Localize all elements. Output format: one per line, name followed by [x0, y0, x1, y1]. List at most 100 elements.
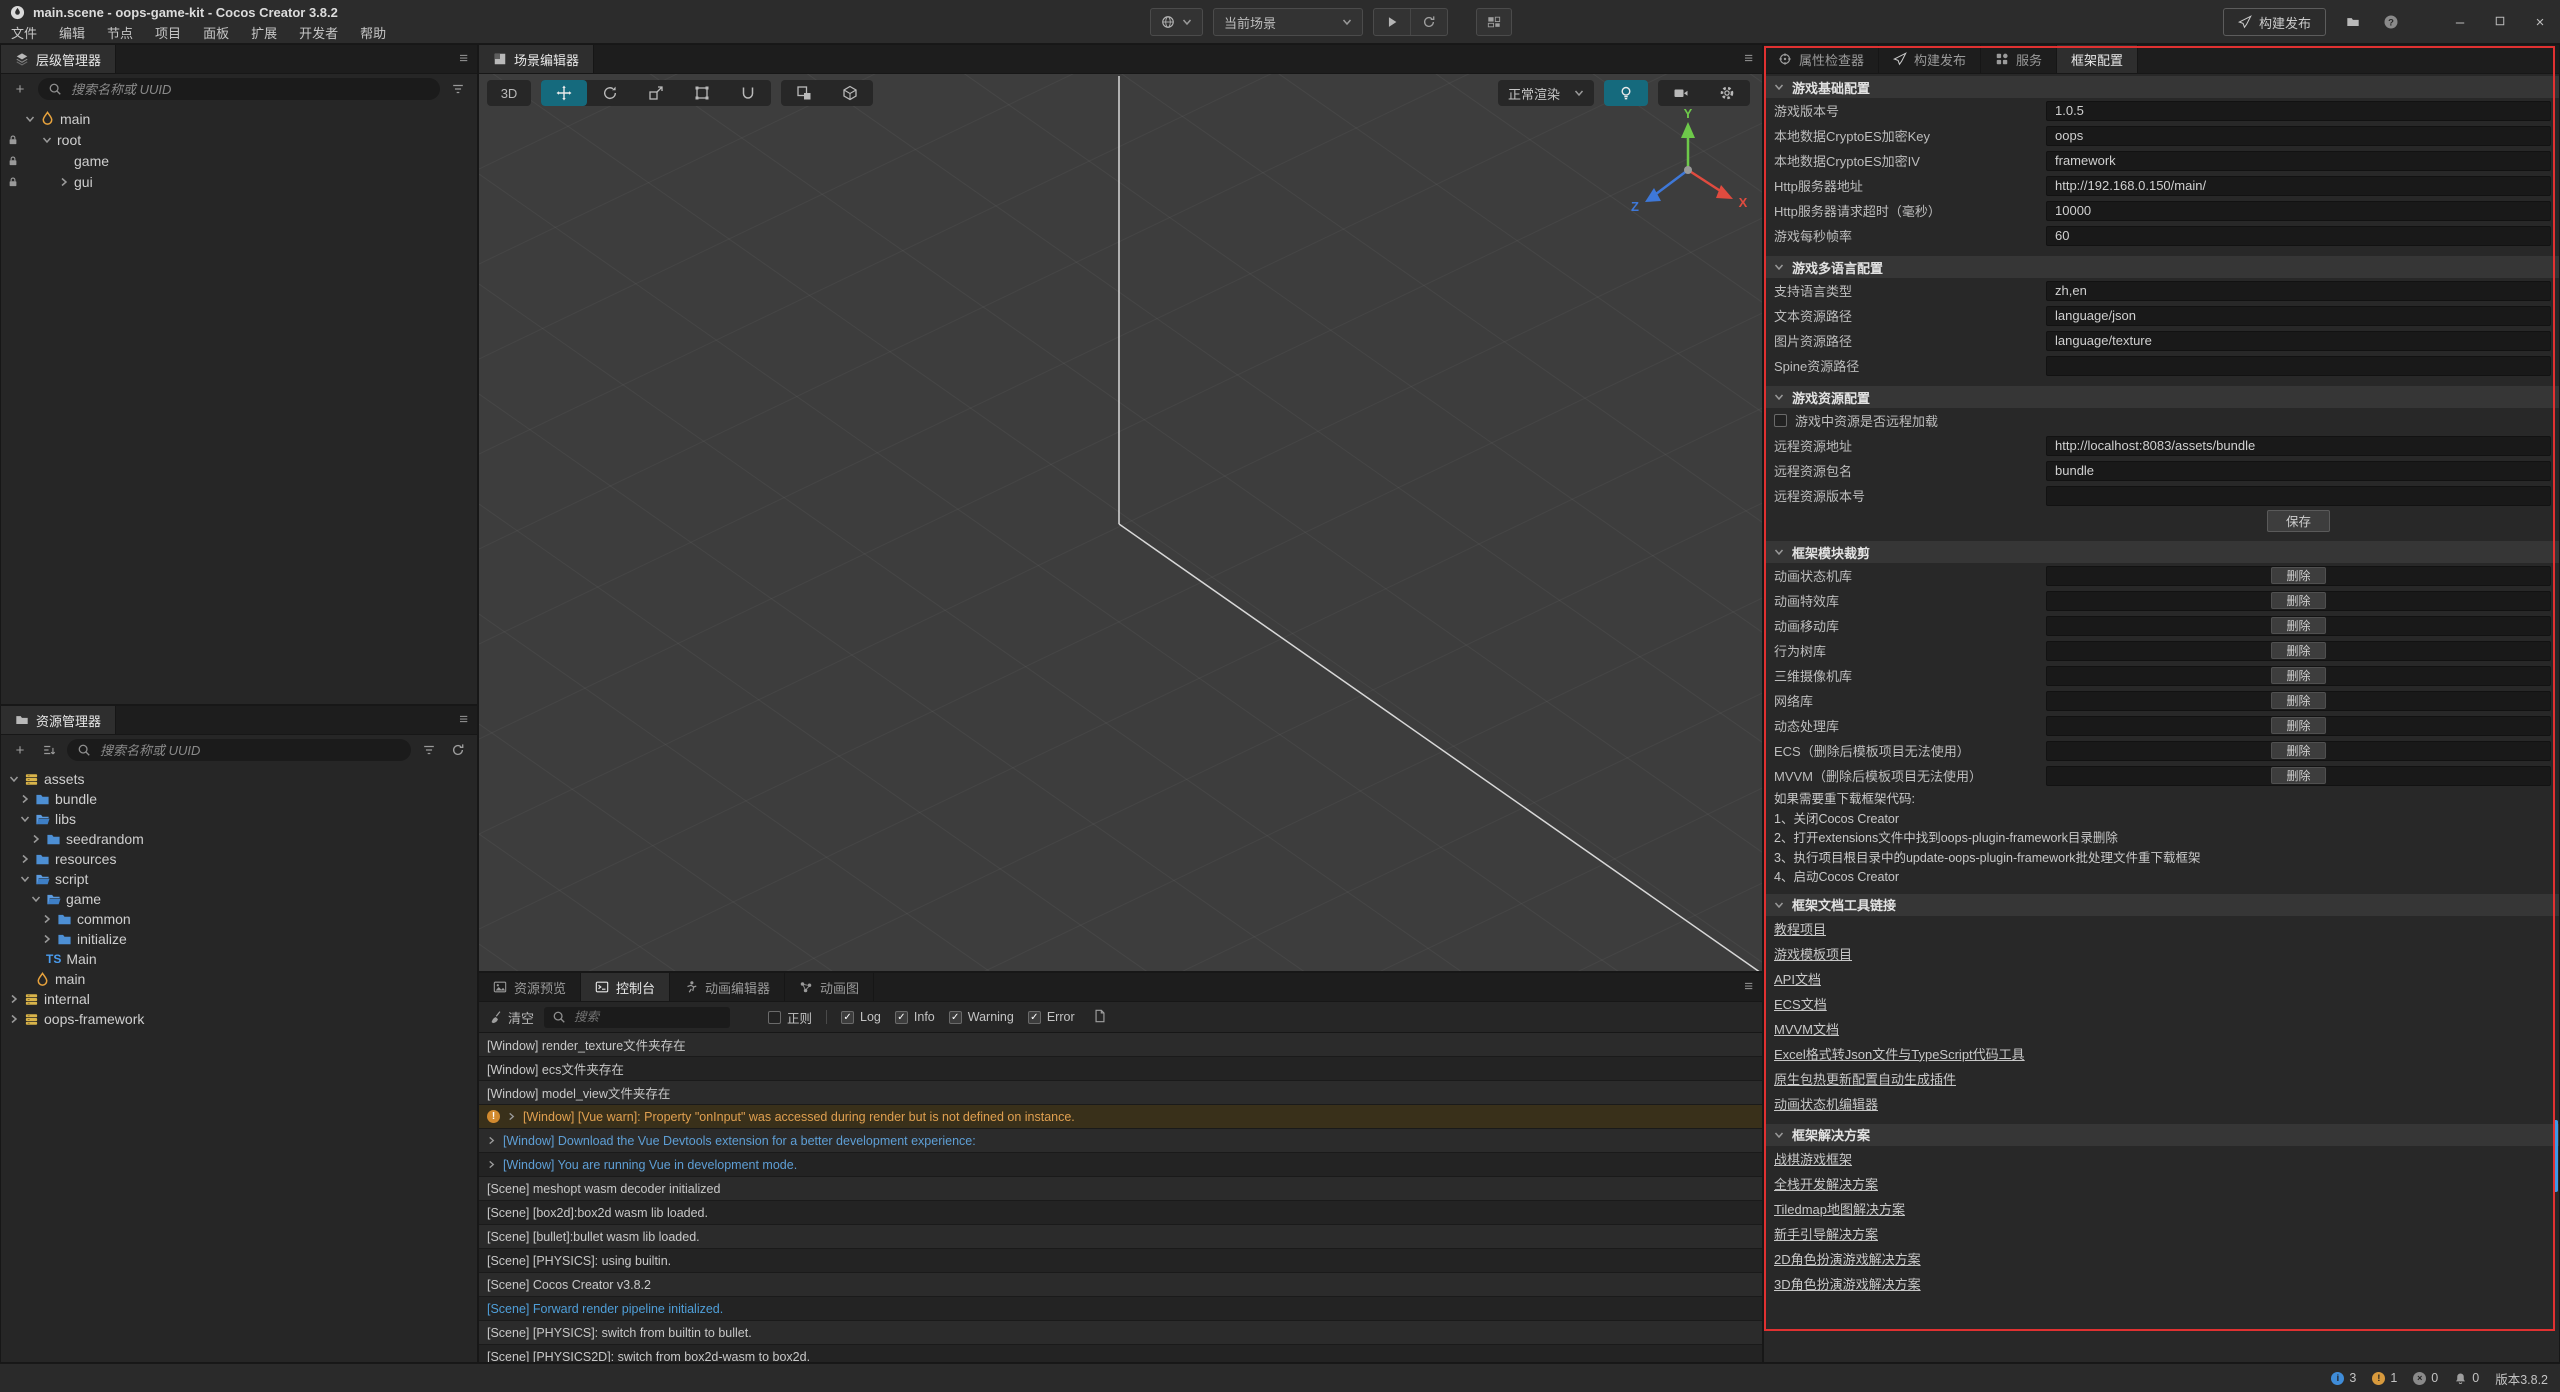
- section-header[interactable]: 框架文档工具链接: [1764, 894, 2559, 916]
- inspector-tab-3[interactable]: 框架配置: [2057, 45, 2138, 73]
- log-row[interactable]: [Scene] Cocos Creator v3.8.2: [479, 1273, 1762, 1297]
- assets-refresh-button[interactable]: [447, 739, 469, 761]
- console-log-file-button[interactable]: [1093, 1009, 1107, 1026]
- delete-button[interactable]: 删除: [2271, 567, 2325, 584]
- hierarchy-filter-button[interactable]: [447, 78, 469, 100]
- filter-Log[interactable]: ✓Log: [841, 1010, 881, 1024]
- doc-link[interactable]: 战棋游戏框架: [1774, 1149, 1852, 1168]
- menu-开发者[interactable]: 开发者: [288, 23, 349, 42]
- axis-gizmo[interactable]: Y X Z: [1623, 108, 1753, 226]
- log-row[interactable]: [Window] You are running Vue in developm…: [479, 1153, 1762, 1177]
- doc-link[interactable]: 原生包热更新配置自动生成插件: [1774, 1069, 1956, 1088]
- doc-link[interactable]: MVVM文档: [1774, 1019, 1839, 1038]
- minimize-button[interactable]: –: [2448, 14, 2472, 31]
- tree-node-game[interactable]: game: [1, 889, 477, 909]
- delete-button[interactable]: 删除: [2271, 717, 2325, 734]
- help-button[interactable]: ?: [2380, 11, 2402, 33]
- log-row[interactable]: ![Window] [Vue warn]: Property "onInput"…: [479, 1105, 1762, 1129]
- add-node-button[interactable]: +: [9, 78, 31, 100]
- assets-search-input[interactable]: [98, 742, 401, 759]
- tree-node-common[interactable]: common: [1, 909, 477, 929]
- save-button[interactable]: 保存: [2267, 510, 2330, 532]
- inspector-tab-2[interactable]: 服务: [1981, 45, 2057, 73]
- scale-tool-button[interactable]: [633, 80, 679, 106]
- hierarchy-menu-icon[interactable]: ≡: [459, 50, 468, 67]
- doc-link[interactable]: API文档: [1774, 969, 1821, 988]
- doc-link[interactable]: 游戏模板项目: [1774, 944, 1852, 963]
- hierarchy-search-input[interactable]: [69, 81, 430, 98]
- log-row[interactable]: [Scene] Forward render pipeline initiali…: [479, 1297, 1762, 1321]
- render-mode-select[interactable]: 正常渲染: [1498, 80, 1594, 106]
- log-row[interactable]: [Window] Download the Vue Devtools exten…: [479, 1129, 1762, 1153]
- section-header[interactable]: 游戏基础配置: [1764, 76, 2559, 98]
- inspector-tab-0[interactable]: 属性检查器: [1764, 45, 1879, 73]
- assets-search[interactable]: [67, 739, 411, 761]
- delete-button[interactable]: 删除: [2271, 692, 2325, 709]
- tree-node-root[interactable]: root: [1, 129, 477, 150]
- console-tab-0[interactable]: 资源预览: [479, 973, 581, 1001]
- delete-button[interactable]: 删除: [2271, 642, 2325, 659]
- field-input[interactable]: [2046, 176, 2551, 196]
- rect-tool-button[interactable]: [679, 80, 725, 106]
- add-asset-button[interactable]: +: [9, 739, 31, 761]
- tree-node-oops-framework[interactable]: oops-framework: [1, 1009, 477, 1029]
- field-input[interactable]: [2046, 356, 2551, 376]
- tab-scene[interactable]: 场景编辑器: [479, 45, 594, 73]
- menu-节点[interactable]: 节点: [96, 23, 144, 42]
- console-search[interactable]: [544, 1007, 730, 1028]
- light-toggle-button[interactable]: [1604, 80, 1648, 106]
- tree-node-main[interactable]: main: [1, 108, 477, 129]
- field-input[interactable]: [2046, 101, 2551, 121]
- tree-node-gui[interactable]: gui: [1, 171, 477, 192]
- doc-link[interactable]: 新手引导解决方案: [1774, 1224, 1878, 1243]
- field-input[interactable]: [2046, 126, 2551, 146]
- menu-文件[interactable]: 文件: [0, 23, 48, 42]
- console-tab-1[interactable]: 控制台: [581, 973, 670, 1001]
- field-input[interactable]: [2046, 281, 2551, 301]
- section-header[interactable]: 框架解决方案: [1764, 1124, 2559, 1146]
- view-settings-button[interactable]: [1704, 80, 1750, 106]
- camera-settings-button[interactable]: [1658, 80, 1704, 106]
- preview-device-button[interactable]: [1150, 8, 1203, 36]
- field-input[interactable]: [2046, 461, 2551, 481]
- tree-node-script[interactable]: script: [1, 869, 477, 889]
- hierarchy-search[interactable]: [38, 78, 440, 100]
- field-input[interactable]: [2046, 436, 2551, 456]
- tab-assets[interactable]: 资源管理器: [1, 706, 116, 734]
- info-count-badge[interactable]: i 3: [2331, 1371, 2356, 1385]
- log-row[interactable]: [Window] ecs文件夹存在: [479, 1057, 1762, 1081]
- assets-filter-button[interactable]: [418, 739, 440, 761]
- move-tool-button[interactable]: [541, 80, 587, 106]
- scene-menu-icon[interactable]: ≡: [1744, 50, 1753, 67]
- field-input[interactable]: [2046, 201, 2551, 221]
- log-row[interactable]: [Scene] [PHYSICS]: using builtin.: [479, 1249, 1762, 1273]
- scene-select[interactable]: 当前场景: [1213, 8, 1363, 36]
- inspector-tab-1[interactable]: 构建发布: [1879, 45, 1981, 73]
- close-button[interactable]: ×: [2528, 14, 2552, 31]
- assets-sort-button[interactable]: [38, 739, 60, 761]
- build-publish-button[interactable]: 构建发布: [2223, 8, 2326, 36]
- delete-button[interactable]: 删除: [2271, 592, 2325, 609]
- warning-count-badge[interactable]: ! 1: [2372, 1371, 2397, 1385]
- doc-link[interactable]: Tiledmap地图解决方案: [1774, 1199, 1905, 1218]
- doc-link[interactable]: 全栈开发解决方案: [1774, 1174, 1878, 1193]
- error-count-badge[interactable]: × 0: [2413, 1371, 2438, 1385]
- tree-node-internal[interactable]: internal: [1, 989, 477, 1009]
- console-tab-2[interactable]: 动画编辑器: [670, 973, 785, 1001]
- field-input[interactable]: [2046, 486, 2551, 506]
- doc-link[interactable]: 3D角色扮演游戏解决方案: [1774, 1274, 1921, 1293]
- doc-link[interactable]: ECS文档: [1774, 994, 1827, 1013]
- doc-link[interactable]: 2D角色扮演游戏解决方案: [1774, 1249, 1921, 1268]
- mode-3d-button[interactable]: 3D: [487, 80, 531, 106]
- field-input[interactable]: [2046, 331, 2551, 351]
- doc-link[interactable]: 动画状态机编辑器: [1774, 1094, 1878, 1113]
- tree-node-game[interactable]: game: [1, 150, 477, 171]
- console-menu-icon[interactable]: ≡: [1744, 978, 1753, 995]
- menu-项目[interactable]: 项目: [144, 23, 192, 42]
- scene-viewport[interactable]: 3D 正常渲染: [479, 74, 1762, 971]
- tree-node-libs[interactable]: libs: [1, 809, 477, 829]
- tree-node-main[interactable]: main: [1, 969, 477, 989]
- coordinate-button[interactable]: [827, 80, 873, 106]
- play-button[interactable]: [1374, 9, 1410, 35]
- tree-node-resources[interactable]: resources: [1, 849, 477, 869]
